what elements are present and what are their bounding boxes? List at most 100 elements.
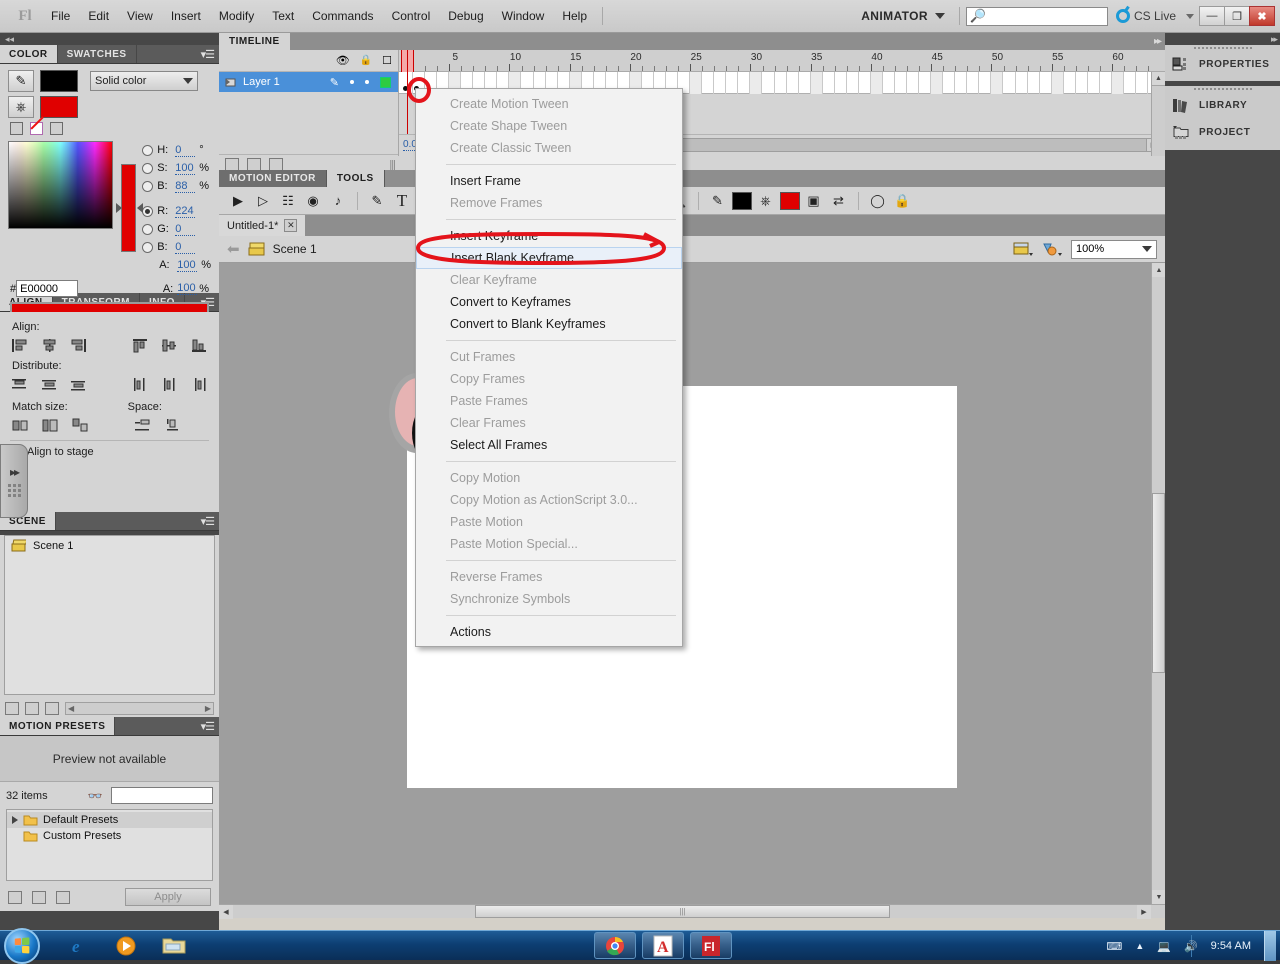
match-height-button[interactable] — [40, 417, 60, 434]
frame-cell[interactable] — [1051, 72, 1064, 94]
scrollbar-thumb[interactable] — [1152, 493, 1165, 673]
frame-cell[interactable] — [702, 72, 715, 94]
menu-debug[interactable]: Debug — [439, 5, 492, 27]
stage-vertical-scrollbar[interactable]: ▲ ▼ — [1151, 263, 1166, 918]
sidebar-item-library[interactable]: LIBRARY — [1165, 92, 1280, 119]
brightness-value[interactable]: 88 — [175, 180, 196, 193]
timeline-vertical-scrollbar[interactable]: ▲ — [1151, 72, 1165, 156]
radio-saturation[interactable] — [142, 162, 154, 174]
snap-to-objects-icon[interactable]: 🔒 — [892, 190, 914, 212]
fill-color-button[interactable]: ⎈ — [8, 96, 34, 118]
frame-cell[interactable] — [835, 72, 847, 94]
frame-cell[interactable] — [1111, 72, 1124, 94]
edit-symbols-icon[interactable] — [1042, 241, 1062, 257]
fill-color-swatch[interactable] — [40, 96, 78, 118]
match-width-button[interactable] — [10, 417, 30, 434]
stroke-color-swatch[interactable] — [731, 191, 752, 210]
start-button[interactable] — [4, 928, 40, 964]
tab-timeline[interactable]: TIMELINE — [219, 33, 290, 50]
frame-cell[interactable] — [1016, 72, 1028, 94]
green-value[interactable]: 0 — [175, 223, 196, 236]
panel-flyout-handle[interactable]: ▸▸ — [0, 444, 28, 518]
lock-toggle[interactable] — [365, 80, 369, 84]
frame-cell[interactable] — [870, 72, 883, 94]
radio-red[interactable] — [142, 205, 154, 217]
paint-bucket-icon[interactable]: ⎈ — [755, 190, 777, 212]
frame-cell[interactable] — [787, 72, 799, 94]
keyboard-icon[interactable]: ⌨ — [1106, 940, 1122, 953]
tab-color[interactable]: COLOR — [0, 45, 58, 63]
frame-cell[interactable] — [895, 72, 908, 94]
scroll-up-arrow-icon[interactable]: ▲ — [1152, 72, 1165, 86]
frame-cell[interactable] — [714, 72, 727, 94]
list-item[interactable]: Scene 1 — [5, 536, 214, 555]
match-width-and-height-button[interactable] — [70, 417, 90, 434]
save-preset-button[interactable] — [8, 890, 22, 904]
scene-horizontal-scrollbar[interactable]: ◀ ▶ — [65, 702, 214, 715]
show-hidden-icons-icon[interactable]: ▲ — [1135, 941, 1144, 951]
frame-cell[interactable] — [690, 72, 703, 94]
scrollbar-thumb[interactable]: ||| — [475, 905, 890, 918]
panel-menu-icon[interactable]: ▾☰ — [201, 515, 215, 528]
frame-context-menu[interactable]: Create Motion Tween Create Shape Tween Cre… — [415, 88, 683, 647]
distribute-top-edge-button[interactable] — [10, 376, 30, 393]
tab-motion-presets[interactable]: MOTION PRESETS — [0, 717, 116, 735]
document-tab[interactable]: Untitled-1* ✕ — [219, 215, 306, 236]
menu-item-actions[interactable]: Actions — [416, 621, 682, 643]
back-arrow-icon[interactable]: ⬅ — [227, 240, 240, 258]
frame-cell[interactable] — [907, 72, 920, 94]
tab-motion-editor[interactable]: MOTION EDITOR — [219, 170, 327, 187]
swap-colors-icon[interactable]: ⇄ — [828, 190, 850, 212]
frame-cell[interactable] — [847, 72, 859, 94]
menu-edit[interactable]: Edit — [79, 5, 118, 27]
menu-window[interactable]: Window — [493, 5, 554, 27]
oval-tool-icon[interactable]: ◯ — [867, 190, 889, 212]
frame-cell[interactable] — [1124, 72, 1136, 94]
radio-hue[interactable] — [142, 144, 154, 156]
eye-icon[interactable]: 👁 — [336, 54, 350, 67]
duplicate-scene-button[interactable] — [25, 702, 39, 715]
frame-cell[interactable] — [750, 72, 763, 94]
delete-preset-button[interactable] — [56, 890, 70, 904]
menu-item-insert-blank-keyframe[interactable]: Insert Blank Keyframe — [416, 247, 682, 269]
zoom-level-select[interactable]: 100% — [1071, 239, 1157, 259]
align-to-stage-row[interactable]: Align to stage — [10, 446, 209, 458]
space-evenly-horizontally-button[interactable] — [162, 417, 182, 434]
menu-commands[interactable]: Commands — [303, 5, 382, 27]
new-folder-button[interactable] — [32, 890, 46, 904]
breadcrumb[interactable]: Scene 1 — [273, 242, 317, 256]
frame-cell[interactable] — [1040, 72, 1052, 94]
scroll-up-arrow-icon[interactable]: ▲ — [1152, 263, 1166, 277]
menu-file[interactable]: File — [42, 5, 79, 27]
menu-item-convert-to-blank-keyframes[interactable]: Convert to Blank Keyframes — [416, 313, 682, 335]
field-hue[interactable]: H: 0 ° — [142, 141, 211, 159]
cs-live-chevron-icon[interactable] — [1186, 13, 1194, 19]
internet-explorer-icon[interactable]: e — [68, 934, 92, 958]
space-evenly-vertically-button[interactable] — [132, 417, 152, 434]
frame-cell[interactable] — [979, 72, 992, 94]
swap-colors-icon[interactable] — [50, 122, 63, 135]
frame-cell[interactable] — [763, 72, 775, 94]
chevron-right-icon[interactable] — [12, 816, 18, 824]
saturation-value[interactable]: 100 — [175, 162, 196, 175]
menu-insert[interactable]: Insert — [162, 5, 210, 27]
subselection-tool-icon[interactable]: ▷ — [252, 190, 274, 212]
scroll-left-arrow-icon[interactable]: ◀ — [219, 905, 233, 919]
field-saturation[interactable]: S: 100 % — [142, 159, 211, 177]
delete-scene-button[interactable] — [45, 702, 59, 715]
lasso-tool-icon[interactable]: ◉ — [302, 190, 324, 212]
field-red[interactable]: R: 224 — [142, 202, 211, 220]
frame-cell[interactable] — [799, 72, 811, 94]
distribute-vertical-center-button[interactable] — [40, 376, 60, 393]
show-desktop-button[interactable] — [1264, 931, 1276, 961]
list-item[interactable]: Custom Presets — [7, 828, 212, 844]
radio-green[interactable] — [142, 223, 154, 235]
cs-live-button[interactable]: CS Live — [1115, 9, 1176, 23]
scene-list[interactable]: Scene 1 — [4, 535, 215, 695]
oval-lasso-tool-icon[interactable]: ♪ — [327, 190, 349, 212]
media-player-icon[interactable] — [114, 934, 138, 958]
apply-button[interactable]: Apply — [125, 888, 211, 906]
saturation-brightness-field[interactable] — [8, 141, 114, 229]
stroke-color-swatch[interactable] — [40, 70, 78, 92]
menu-item-select-all-frames[interactable]: Select All Frames — [416, 434, 682, 456]
